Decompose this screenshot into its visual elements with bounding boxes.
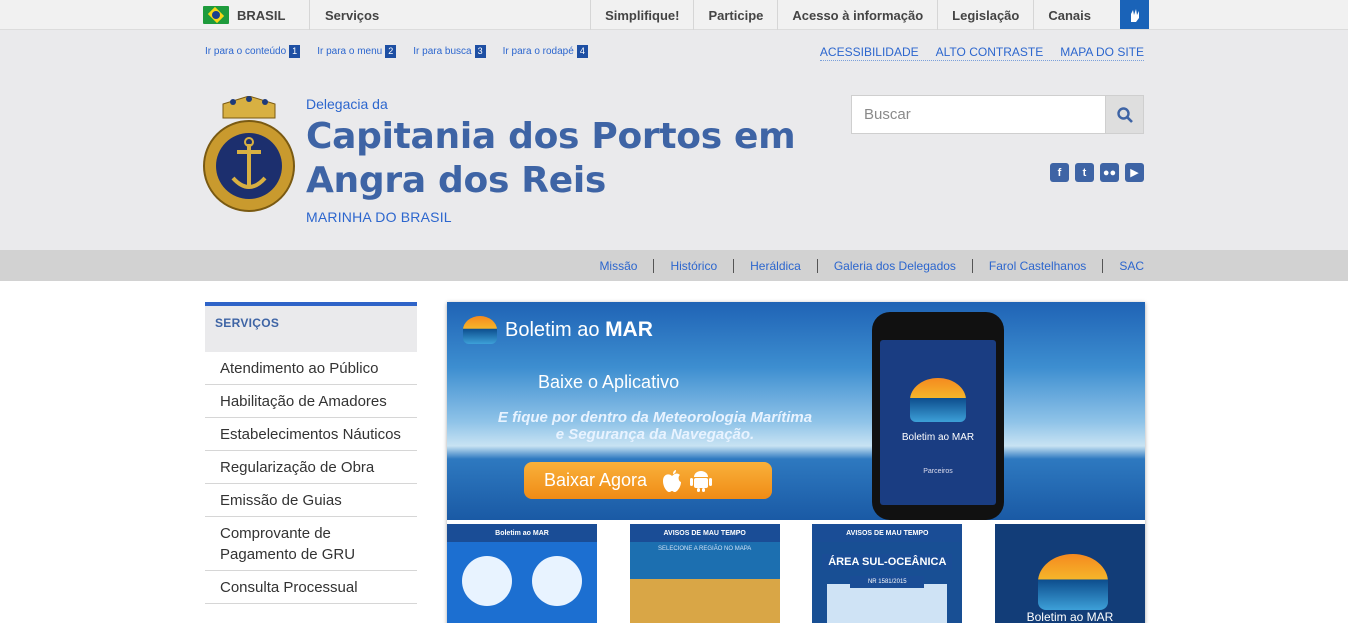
legislacao-link[interactable]: Legislação xyxy=(937,0,1033,30)
accessibility-shortcuts: Ir para o conteúdo 1 Ir para o menu 2 Ir p… xyxy=(205,45,588,58)
acesso-informacao-link[interactable]: Acesso à informação xyxy=(777,0,937,30)
boletim-ao-mar-banner[interactable]: Boletim ao MAR Baixe o Aplicativo E fiqu… xyxy=(447,302,1145,623)
thumb-app-name: Boletim ao MAR xyxy=(1026,610,1114,623)
sidebar-item-habilitacao[interactable]: Habilitação de Amadores xyxy=(205,385,417,418)
weather-warning-icon xyxy=(462,556,512,606)
phone-app-name: Boletim ao MAR xyxy=(901,432,975,443)
skip-to-menu-link[interactable]: Ir para o menu 2 xyxy=(317,45,397,58)
phone-app-logo-icon xyxy=(910,378,966,422)
banner-brand: Boletim ao MAR xyxy=(463,316,653,344)
site-header: Ir para o conteúdo 1 Ir para o menu 2 Ir p… xyxy=(0,30,1348,250)
apple-icon xyxy=(663,469,682,492)
banner-brand-text: Boletim ao MAR xyxy=(505,318,653,341)
sidebar-item-regularizacao[interactable]: Regularização de Obra xyxy=(205,451,417,484)
thumb-title: AVISOS DE MAU TEMPO xyxy=(629,524,780,542)
thumb-title: AVISOS DE MAU TEMPO xyxy=(812,524,963,542)
app-screenshot-home: Boletim ao MAR xyxy=(447,524,597,623)
gov-right-links: Simplifique! Participe Acesso à informaç… xyxy=(590,0,1105,30)
mapa-do-site-link[interactable]: MAPA DO SITE xyxy=(1060,45,1144,59)
nav-farol-castelhanos[interactable]: Farol Castelhanos xyxy=(971,258,1102,273)
skip-to-content-link[interactable]: Ir para o conteúdo 1 xyxy=(205,45,301,58)
participe-link[interactable]: Participe xyxy=(693,0,777,30)
institutional-nav: Missão Histórico Heráldica Galeria dos D… xyxy=(0,250,1348,281)
sidebar-item-atendimento[interactable]: Atendimento ao Público xyxy=(205,352,417,385)
thumb-nr: NR 1581/2015 xyxy=(850,576,925,588)
nav-missao[interactable]: Missão xyxy=(583,259,653,273)
nav-historico[interactable]: Histórico xyxy=(653,258,733,273)
boletim-logo-icon xyxy=(463,316,497,344)
banner-download-heading: Baixe o Aplicativo xyxy=(538,372,680,392)
site-title-block: Delegacia da Capitania dos Portos em Ang… xyxy=(306,96,796,225)
phone-partners-label: Parceiros xyxy=(923,468,953,475)
site-subtitle: Delegacia da xyxy=(306,96,388,112)
app-screenshots: Boletim ao MAR AVISOS DE MAU TEMPO SELEC… xyxy=(447,524,1145,623)
thumb-subtitle: SELECIONE A REGIÃO NO MAPA xyxy=(658,546,752,552)
thumb-region: ÁREA SUL-OCEÂNICA xyxy=(822,554,953,570)
site-title-line-1: Capitania dos Portos em xyxy=(306,116,796,157)
marinha-do-brasil-crest-icon[interactable] xyxy=(203,96,295,216)
nav-galeria-delegados[interactable]: Galeria dos Delegados xyxy=(816,258,972,273)
banner-description: E fique por dentro da Meteorologia Marít… xyxy=(497,409,813,443)
social-links: f t ●● ▶ xyxy=(1050,163,1144,182)
sidebar-item-comprovante-gru[interactable]: Comprovante de Pagamento de GRU xyxy=(205,517,417,571)
thumb-title: Boletim ao MAR xyxy=(447,524,597,542)
app-screenshot-warning: AVISOS DE MAU TEMPO ÁREA SUL-OCEÂNICA NR… xyxy=(812,524,963,623)
facebook-icon[interactable]: f xyxy=(1050,163,1069,182)
region-map xyxy=(629,579,780,623)
flickr-icon[interactable]: ●● xyxy=(1100,163,1119,182)
app-screenshot-map: AVISOS DE MAU TEMPO SELECIONE A REGIÃO N… xyxy=(629,524,780,623)
sidebar-heading: SERVIÇOS xyxy=(205,302,417,352)
servicos-link[interactable]: Serviços xyxy=(309,0,379,30)
twitter-icon[interactable]: t xyxy=(1075,163,1094,182)
acessibilidade-link[interactable]: ACESSIBILIDADE xyxy=(820,45,919,59)
warning-card xyxy=(827,584,948,623)
brazil-flag-icon xyxy=(203,6,229,24)
alto-contraste-link[interactable]: ALTO CONTRASTE xyxy=(936,45,1044,59)
sign-language-icon[interactable] xyxy=(1120,0,1149,29)
search-box xyxy=(851,95,1144,134)
nav-sac[interactable]: SAC xyxy=(1102,258,1144,273)
phone-mockup: Boletim ao MAR Parceiros xyxy=(872,312,1004,520)
services-sidebar: SERVIÇOS Atendimento ao Público Habilita… xyxy=(205,302,417,604)
site-title[interactable]: Capitania dos Portos em Angra dos Reis xyxy=(306,115,796,203)
banner-hero: Boletim ao MAR Baixe o Aplicativo E fiqu… xyxy=(447,302,1145,520)
store-icons xyxy=(661,469,713,493)
nav-heraldica[interactable]: Heráldica xyxy=(733,258,817,273)
skip-to-search-link[interactable]: Ir para busca 3 xyxy=(413,45,486,58)
youtube-icon[interactable]: ▶ xyxy=(1125,163,1144,182)
accessibility-links: ACESSIBILIDADE ALTO CONTRASTE MAPA DO SI… xyxy=(819,45,1144,61)
search-input[interactable] xyxy=(852,96,1105,133)
phone-screen: Boletim ao MAR Parceiros xyxy=(880,340,996,505)
canais-link[interactable]: Canais xyxy=(1033,0,1105,30)
skip-to-footer-link[interactable]: Ir para o rodapé 4 xyxy=(503,45,588,58)
gov-barra-brasil: BRASIL Serviços Simplifique! Participe A… xyxy=(0,0,1348,30)
boletim-logo-icon xyxy=(1037,554,1108,610)
android-icon xyxy=(690,470,713,492)
sidebar-item-estabelecimentos[interactable]: Estabelecimentos Náuticos xyxy=(205,418,417,451)
search-button[interactable] xyxy=(1105,96,1143,133)
search-icon xyxy=(1116,106,1133,123)
map-pin-icon xyxy=(532,556,582,606)
app-screenshot-splash: Boletim ao MAR xyxy=(994,524,1145,623)
site-title-line-2: Angra dos Reis xyxy=(306,160,607,201)
organization-name: MARINHA DO BRASIL xyxy=(306,209,452,225)
brasil-label: BRASIL xyxy=(237,7,286,23)
download-now-button[interactable]: Baixar Agora xyxy=(524,462,772,499)
brasil-link[interactable]: BRASIL xyxy=(203,0,285,30)
sidebar-item-consulta-processual[interactable]: Consulta Processual xyxy=(205,571,417,604)
simplifique-link[interactable]: Simplifique! xyxy=(590,0,693,30)
sidebar-item-emissao-guias[interactable]: Emissão de Guias xyxy=(205,484,417,517)
